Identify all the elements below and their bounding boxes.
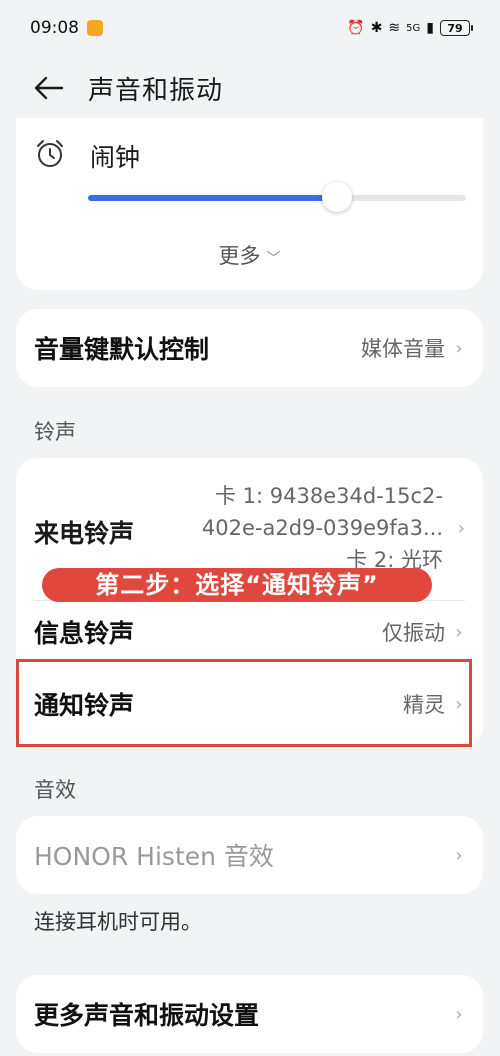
- alarm-status-icon: ⏰: [347, 20, 365, 36]
- status-bar: 09:08 ⏰ ✱ ≋ 5G ▮ 79: [0, 0, 500, 56]
- message-ringtone-row[interactable]: 信息铃声 仅振动 ›: [16, 602, 483, 662]
- back-arrow-icon[interactable]: [32, 71, 66, 105]
- histen-row[interactable]: HONOR Histen 音效 ›: [16, 816, 483, 894]
- chevron-right-icon: ›: [455, 621, 463, 643]
- chevron-right-icon: ›: [455, 337, 463, 359]
- more-settings-card[interactable]: 更多声音和振动设置 ›: [16, 975, 483, 1053]
- call-ringtone-value-line: 卡 1: 9438e34d-15c2-: [215, 484, 443, 508]
- message-ringtone-value: 仅振动: [382, 621, 445, 645]
- alarm-card: 闹钟 更多 ﹀: [16, 118, 483, 290]
- message-ringtone-label: 信息铃声: [34, 619, 135, 648]
- call-ringtone-value: 卡 1: 9438e34d-15c2- 402e-a2d9-039e9fa3..…: [202, 480, 443, 576]
- tutorial-annotation: 第二步：选择“通知铃声”: [42, 568, 432, 602]
- alarm-label: 闹钟: [90, 143, 141, 172]
- signal-icon: ▮: [426, 20, 434, 36]
- wifi-icon: ≋: [388, 20, 401, 36]
- app-notification-icon: [87, 20, 103, 36]
- effects-section-title: 音效: [34, 778, 76, 802]
- slider-thumb[interactable]: [322, 182, 353, 212]
- volume-key-value: 媒体音量: [361, 337, 445, 361]
- more-settings-label: 更多声音和振动设置: [34, 1001, 260, 1030]
- title-bar: 声音和振动: [0, 60, 500, 116]
- histen-helper-text: 连接耳机时可用。: [34, 910, 202, 934]
- battery-icon: 79: [440, 20, 473, 36]
- status-time: 09:08: [30, 18, 79, 38]
- more-button[interactable]: 更多 ﹀: [16, 240, 483, 270]
- histen-label: HONOR Histen 音效: [34, 842, 274, 871]
- volume-key-row[interactable]: 音量键默认控制 媒体音量 ›: [16, 309, 483, 387]
- alarm-clock-icon: [34, 138, 66, 174]
- highlight-box: [16, 659, 472, 747]
- alarm-row: 闹钟: [34, 138, 140, 174]
- chevron-right-icon: ›: [455, 1003, 463, 1025]
- chevron-right-icon: ›: [455, 844, 463, 866]
- call-ringtone-label: 来电铃声: [34, 519, 135, 548]
- ringtone-section-title: 铃声: [34, 420, 76, 444]
- battery-level: 79: [447, 21, 463, 35]
- page-title: 声音和振动: [88, 75, 224, 106]
- call-ringtone-value-line: 402e-a2d9-039e9fa3...: [201, 516, 443, 540]
- more-settings-row[interactable]: 更多声音和振动设置 ›: [16, 975, 483, 1053]
- status-icons: ⏰ ✱ ≋ 5G ▮ 79: [347, 20, 473, 36]
- volume-key-label: 音量键默认控制: [34, 335, 210, 364]
- alarm-volume-slider[interactable]: [88, 182, 466, 212]
- network-type: 5G: [406, 22, 421, 34]
- chevron-down-icon: ﹀: [266, 251, 281, 267]
- slider-fill: [88, 195, 338, 201]
- volume-key-card[interactable]: 音量键默认控制 媒体音量 ›: [16, 309, 483, 387]
- bluetooth-icon: ✱: [370, 20, 383, 36]
- more-label: 更多: [218, 244, 261, 268]
- chevron-right-icon: ›: [457, 518, 465, 539]
- histen-card[interactable]: HONOR Histen 音效 ›: [16, 816, 483, 894]
